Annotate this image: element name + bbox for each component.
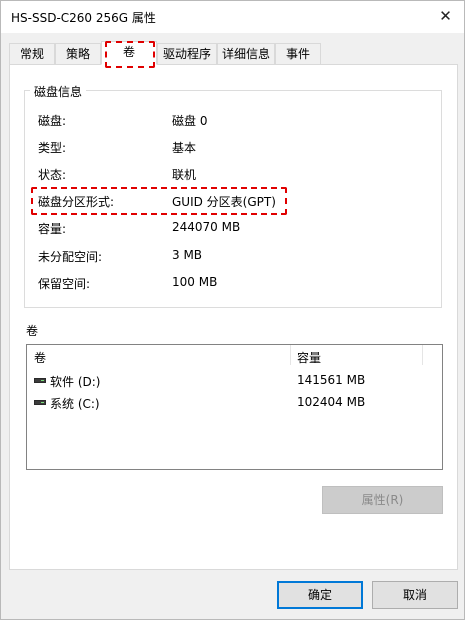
column-separator[interactable] xyxy=(290,345,291,365)
column-separator[interactable] xyxy=(422,345,423,365)
drive-icon xyxy=(34,400,46,405)
tab-general[interactable]: 常规 xyxy=(9,43,55,64)
unallocated-label: 未分配空间: xyxy=(38,250,103,264)
tab-volumes[interactable]: 卷 xyxy=(101,41,157,65)
drive-icon xyxy=(34,378,46,383)
partition-style-label: 磁盘分区形式: xyxy=(38,195,115,209)
column-header-volume[interactable]: 卷 xyxy=(34,349,46,366)
status-label: 状态: xyxy=(38,168,67,182)
tab-panel-volumes: 磁盘信息 磁盘: 磁盘 0 类型: 基本 状态: 联机 磁盘分区形式: GUID… xyxy=(9,64,458,570)
type-value: 基本 xyxy=(172,141,197,155)
reserved-value: 100 MB xyxy=(172,275,218,289)
tab-events[interactable]: 事件 xyxy=(275,43,321,64)
capacity-label: 容量: xyxy=(38,222,67,236)
tab-policies[interactable]: 策略 xyxy=(55,43,101,64)
close-icon[interactable]: ✕ xyxy=(427,1,464,31)
window-title: HS-SSD-C260 256G 属性 xyxy=(11,11,156,25)
reserved-label: 保留空间: xyxy=(38,277,91,291)
status-value: 联机 xyxy=(172,168,197,182)
disk-info-title: 磁盘信息 xyxy=(30,83,87,100)
disk-label: 磁盘: xyxy=(38,114,67,128)
volumes-list[interactable]: 卷 容量 软件 (D:) 141561 MB 系统 (C:) 102404 MB xyxy=(26,344,443,470)
volume-capacity: 102404 MB xyxy=(297,395,366,409)
capacity-value: 244070 MB xyxy=(172,220,241,234)
tab-details[interactable]: 详细信息 xyxy=(217,43,275,64)
properties-dialog: HS-SSD-C260 256G 属性 ✕ 常规 策略 卷 驱动程序 详细信息 … xyxy=(0,0,465,620)
tab-driver[interactable]: 驱动程序 xyxy=(157,43,217,64)
volume-name: 软件 (D:) xyxy=(50,375,101,389)
volume-capacity: 141561 MB xyxy=(297,373,366,387)
volumes-section-title: 卷 xyxy=(26,324,39,338)
volume-name: 系统 (C:) xyxy=(50,397,100,411)
column-header-capacity[interactable]: 容量 xyxy=(297,349,321,366)
ok-button[interactable]: 确定 xyxy=(277,581,363,609)
disk-value: 磁盘 0 xyxy=(172,114,208,128)
type-label: 类型: xyxy=(38,141,67,155)
cancel-button[interactable]: 取消 xyxy=(372,581,458,609)
partition-style-value: GUID 分区表(GPT) xyxy=(172,195,276,209)
unallocated-value: 3 MB xyxy=(172,248,203,262)
title-bar: HS-SSD-C260 256G 属性 ✕ xyxy=(1,1,464,33)
properties-button[interactable]: 属性(R) xyxy=(322,486,443,514)
